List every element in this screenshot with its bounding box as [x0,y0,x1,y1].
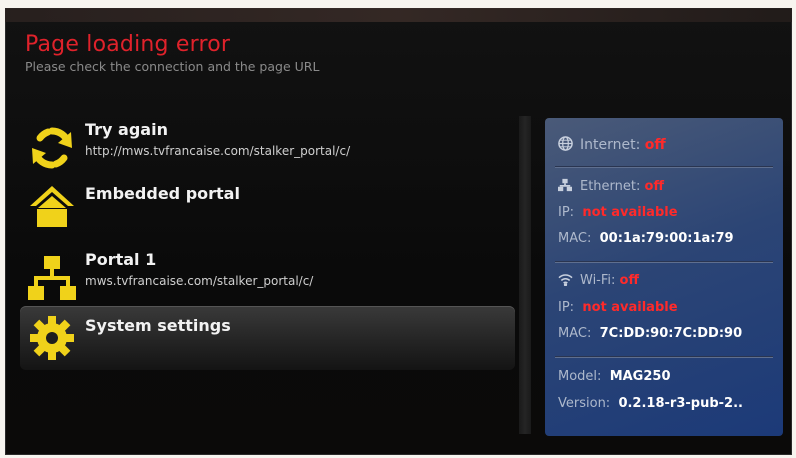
wifi-icon [558,273,574,290]
internet-label: Internet: [580,137,641,153]
status-panel: Internet: off Ethernet: off IP: not avai… [545,118,783,436]
menu-item-try-again[interactable]: Try again http://mws.tvfrancaise.com/sta… [20,120,515,182]
wifi-status: Wi-Fi: off [558,273,639,290]
version-label: Version: [558,396,611,411]
menu-item-portal-1[interactable]: Portal 1 mws.tvfrancaise.com/stalker_por… [20,250,515,312]
ip-label: IP: [558,205,575,220]
model-value: MAG250 [609,369,671,384]
menu-item-url: http://mws.tvfrancaise.com/stalker_porta… [85,144,351,158]
version-value: 0.2.18-r3-pub-2.. [618,396,743,411]
wifi-label: Wi-Fi: [580,273,616,288]
ethernet-ip-row: IP: not available [558,205,678,220]
separator [555,261,773,262]
home-icon [28,182,76,230]
mac-label: MAC: [558,231,592,246]
ip-label: IP: [558,300,575,315]
version-row: Version: 0.2.18-r3-pub-2.. [558,396,743,411]
mac-value: 7C:DD:90:7C:DD:90 [599,326,743,341]
menu-item-system-settings[interactable]: System settings [20,306,515,370]
menu-item-label: Embedded portal [85,184,240,203]
separator [555,166,773,167]
ethernet-mac-row: MAC: 00:1a:79:00:1a:79 [558,231,734,246]
mac-label: MAC: [558,326,592,341]
screen-top-edge [5,8,792,22]
model-row: Model: MAG250 [558,369,671,384]
wifi-mac-row: MAC: 7C:DD:90:7C:DD:90 [558,326,742,341]
globe-icon [558,136,574,155]
page-subtitle: Please check the connection and the page… [25,59,320,74]
mac-value: 00:1a:79:00:1a:79 [599,231,734,246]
menu-item-url: mws.tvfrancaise.com/stalker_portal/c/ [85,274,314,288]
separator [555,356,773,357]
model-label: Model: [558,369,602,384]
network-icon [28,254,76,302]
refresh-icon [28,124,76,172]
menu-item-label: Try again [85,120,168,139]
wifi-value: off [619,273,640,288]
ethernet-icon [558,178,574,196]
ethernet-value: off [644,179,664,194]
scroll-divider [519,116,531,434]
ip-value: not available [582,300,678,315]
gear-icon [28,314,76,362]
ethernet-status: Ethernet: off [558,178,664,196]
ip-value: not available [582,205,678,220]
internet-value: off [644,137,666,153]
menu-item-embedded-portal[interactable]: Embedded portal [20,184,515,246]
menu-item-label: Portal 1 [85,250,157,269]
ethernet-label: Ethernet: [580,179,641,194]
menu-item-label: System settings [85,316,231,335]
page-title: Page loading error [25,32,231,57]
wifi-ip-row: IP: not available [558,300,678,315]
internet-status: Internet: off [558,136,666,155]
